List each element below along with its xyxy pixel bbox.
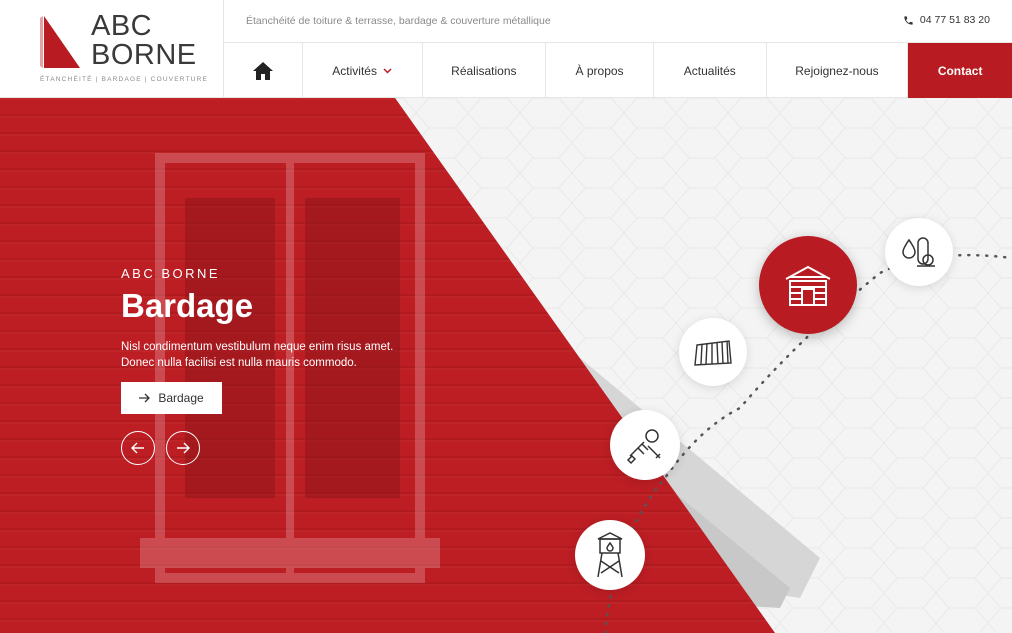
logo[interactable]: ABC BORNE ÉTANCHÉITÉ | BARDAGE | COUVERT… bbox=[0, 0, 224, 98]
reservoir-icon bbox=[597, 532, 623, 578]
phone-link[interactable]: 04 77 51 83 20 bbox=[903, 14, 990, 26]
nav-about[interactable]: À propos bbox=[546, 43, 654, 98]
nav-home[interactable] bbox=[224, 43, 303, 98]
logo-subtitle: ÉTANCHÉITÉ | BARDAGE | COUVERTURE bbox=[40, 76, 209, 83]
nav-news[interactable]: Actualités bbox=[654, 43, 767, 98]
home-icon bbox=[252, 61, 273, 80]
service-etancheite[interactable] bbox=[885, 218, 953, 286]
slider-prev-button[interactable] bbox=[121, 431, 155, 465]
hero-slider: ABC BORNE Bardage Nisl condimentum vesti… bbox=[0, 98, 1012, 633]
topbar: Étanchéité de toiture & terrasse, bardag… bbox=[224, 0, 1012, 43]
etancheite-icon bbox=[902, 237, 935, 267]
nav-achievements[interactable]: Réalisations bbox=[423, 43, 547, 98]
service-couverture[interactable] bbox=[679, 318, 747, 386]
hero-description: Nisl condimentum vestibulum neque enim r… bbox=[121, 341, 394, 369]
hero-title: Bardage bbox=[121, 287, 254, 324]
service-depannage[interactable] bbox=[610, 410, 680, 480]
phone-number: 04 77 51 83 20 bbox=[919, 14, 990, 26]
arrow-right-icon bbox=[139, 393, 151, 403]
hero-eyebrow: ABC BORNE bbox=[121, 266, 221, 281]
site-tagline: Étanchéité de toiture & terrasse, bardag… bbox=[246, 15, 551, 27]
arrow-left-icon bbox=[131, 442, 144, 454]
logo-title: ABC BORNE bbox=[91, 10, 197, 71]
hero-content: ABC BORNE Bardage Nisl condimentum vesti… bbox=[121, 266, 411, 371]
main-nav: Activités Réalisations À propos Actualit… bbox=[224, 43, 1012, 98]
depannage-icon bbox=[626, 429, 661, 465]
slider-next-button[interactable] bbox=[166, 431, 200, 465]
couverture-icon bbox=[694, 340, 732, 366]
site-header: ABC BORNE ÉTANCHÉITÉ | BARDAGE | COUVERT… bbox=[0, 0, 1012, 98]
phone-icon bbox=[904, 15, 913, 25]
hero-cta-button[interactable]: Bardage bbox=[121, 382, 222, 414]
nav-activities-label: Activités bbox=[332, 63, 377, 78]
chevron-down-icon bbox=[383, 67, 392, 74]
service-bardage[interactable] bbox=[759, 236, 857, 334]
bardage-icon bbox=[785, 265, 831, 306]
arrow-right-icon bbox=[177, 442, 190, 454]
nav-contact-button[interactable]: Contact bbox=[908, 43, 1012, 98]
nav-activities[interactable]: Activités bbox=[303, 43, 423, 98]
logo-triangle-icon bbox=[40, 16, 80, 68]
service-reservoir[interactable] bbox=[575, 520, 645, 590]
nav-join[interactable]: Rejoignez-nous bbox=[767, 43, 909, 98]
hero-cta-label: Bardage bbox=[158, 391, 204, 405]
